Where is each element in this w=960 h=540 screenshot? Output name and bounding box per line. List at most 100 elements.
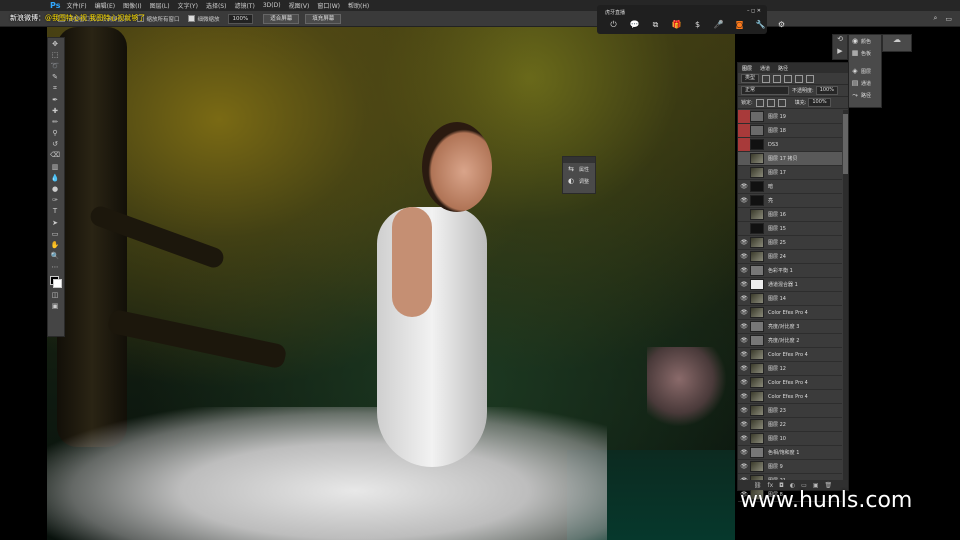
blend-mode-select[interactable]: 正常 [741, 86, 789, 95]
path-select-tool-icon[interactable]: ➤ [48, 217, 62, 228]
visibility-eye-icon[interactable]: 👁 [738, 281, 750, 288]
visibility-eye-icon[interactable]: 👁 [738, 365, 750, 372]
layer-row[interactable]: 👁 Color Efex Pro 4 [738, 348, 842, 362]
lock-all-icon[interactable] [777, 98, 786, 107]
menu-window[interactable]: 窗口(W) [317, 1, 340, 10]
layer-row[interactable]: 👁 图层 12 [738, 362, 842, 376]
properties-button[interactable]: ⇆ 属性 [563, 163, 595, 175]
visibility-eye-icon[interactable]: 👁 [738, 407, 750, 414]
background-color[interactable] [53, 278, 62, 288]
visibility-eye-icon[interactable]: 👁 [738, 295, 750, 302]
tab-channels[interactable]: 通道 [760, 65, 770, 72]
fill-field[interactable]: 100% [808, 98, 831, 107]
menu-view[interactable]: 视图(V) [289, 1, 310, 10]
chat-icon[interactable]: 💬 [624, 20, 645, 30]
visibility-eye-icon[interactable]: 👁 [738, 463, 750, 470]
filter-adjustment-icon[interactable] [773, 74, 782, 83]
history-brush-tool-icon[interactable]: ↺ [48, 139, 62, 150]
lasso-tool-icon[interactable]: ➰ [48, 60, 62, 71]
history-icon[interactable]: ⟲ [833, 35, 847, 47]
blur-tool-icon[interactable]: 💧 [48, 172, 62, 183]
pen-tool-icon[interactable]: ✑ [48, 195, 62, 206]
lock-pixels-icon[interactable] [755, 98, 764, 107]
layer-row[interactable]: DS3 [738, 138, 842, 152]
adjustments-button[interactable]: ◐ 调整 [563, 175, 595, 187]
layer-row[interactable]: 图层 15 [738, 222, 842, 236]
visibility-eye-icon[interactable]: 👁 [738, 239, 750, 246]
layer-row[interactable]: 👁 Color Efex Pro 4 [738, 390, 842, 404]
layer-list-scrollbar[interactable] [843, 110, 848, 480]
scrubby-zoom-option[interactable]: 细微缩放 [187, 15, 220, 23]
mic-off-icon[interactable]: 🎤 [708, 20, 729, 30]
layer-row[interactable]: 👁 图层 14 [738, 292, 842, 306]
visibility-eye-icon[interactable]: 👁 [738, 421, 750, 428]
record-icon[interactable]: ◙ [729, 20, 750, 30]
layer-row[interactable]: 👁 色彩平衡 1 [738, 264, 842, 278]
tab-layers[interactable]: 图层 [742, 65, 752, 72]
filter-pixel-icon[interactable] [762, 74, 771, 83]
move-tool-icon[interactable]: ✥ [48, 38, 62, 49]
layer-row[interactable]: 👁 亮度/对比度 3 [738, 320, 842, 334]
visibility-eye-icon[interactable] [738, 110, 750, 123]
menu-help[interactable]: 帮助(H) [348, 1, 369, 10]
visibility-eye-icon[interactable]: 👁 [738, 309, 750, 316]
search-icon[interactable]: ⌕ [933, 14, 937, 23]
layer-row[interactable]: 👁 Color Efex Pro 4 [738, 376, 842, 390]
layer-row[interactable]: 图层 16 [738, 208, 842, 222]
layer-row[interactable]: 👁 色相/饱和度 1 [738, 446, 842, 460]
brush-tool-icon[interactable]: ✏ [48, 116, 62, 127]
screen-mode-icon[interactable]: ▣ [48, 300, 62, 311]
layer-row[interactable]: 👁 亮 [738, 194, 842, 208]
power-icon[interactable]: ⏻ [603, 20, 624, 30]
color-swatches[interactable] [50, 275, 62, 288]
paths-panel-button[interactable]: ⤳ 路径 [849, 89, 881, 101]
visibility-eye-icon[interactable]: 👁 [738, 379, 750, 386]
tab-paths[interactable]: 路径 [778, 65, 788, 72]
menu-filter[interactable]: 滤镜(T) [234, 1, 254, 10]
visibility-eye-icon[interactable]: 👁 [738, 267, 750, 274]
shape-tool-icon[interactable]: ▭ [48, 228, 62, 239]
visibility-eye-icon[interactable] [738, 138, 750, 151]
layer-row[interactable]: 图层 17 [738, 166, 842, 180]
layer-row[interactable]: 👁 图层 23 [738, 404, 842, 418]
workspace-icon[interactable]: ▭ [945, 15, 952, 23]
visibility-eye-icon[interactable]: 👁 [738, 323, 750, 330]
swatches-panel-button[interactable]: ▦ 色板 [849, 47, 881, 59]
layer-row[interactable]: 👁 Color Efex Pro 4 [738, 306, 842, 320]
gradient-tool-icon[interactable]: ▥ [48, 161, 62, 172]
visibility-eye-icon[interactable]: 👁 [738, 253, 750, 260]
dodge-tool-icon[interactable]: ● [48, 183, 62, 194]
settings-icon[interactable]: ⚙ [771, 20, 792, 30]
marquee-tool-icon[interactable]: ⬚ [48, 49, 62, 60]
visibility-eye-icon[interactable]: 👁 [738, 351, 750, 358]
zoom-tool-icon[interactable]: 🔍 [48, 251, 62, 262]
layer-row[interactable]: 👁 图层 24 [738, 250, 842, 264]
quick-select-tool-icon[interactable]: ✎ [48, 72, 62, 83]
more-tools-icon[interactable]: ⋯ [48, 262, 62, 273]
eyedropper-tool-icon[interactable]: ✒ [48, 94, 62, 105]
visibility-eye-icon[interactable]: 👁 [738, 435, 750, 442]
menu-image[interactable]: 图像(I) [123, 1, 141, 10]
healing-tool-icon[interactable]: ✚ [48, 105, 62, 116]
layer-kind-filter[interactable]: 类型 [741, 74, 760, 83]
channels-panel-button[interactable]: ▤ 通道 [849, 77, 881, 89]
hand-tool-icon[interactable]: ✋ [48, 239, 62, 250]
menu-3d[interactable]: 3D(D) [263, 2, 281, 9]
layer-row[interactable]: 图层 19 [738, 110, 842, 124]
lock-position-icon[interactable] [766, 98, 775, 107]
layers-panel-button[interactable]: ◈ 图层 [849, 65, 881, 77]
layer-row[interactable]: 👁 亮度/对比度 2 [738, 334, 842, 348]
filter-type-icon[interactable] [784, 74, 793, 83]
visibility-eye-icon[interactable]: 👁 [738, 449, 750, 456]
eraser-tool-icon[interactable]: ⌫ [48, 150, 62, 161]
zoom-field[interactable]: 100% [227, 13, 254, 24]
layer-row[interactable]: 👁 图层 22 [738, 418, 842, 432]
stamp-tool-icon[interactable]: ⚲ [48, 128, 62, 139]
menu-type[interactable]: 文字(Y) [178, 1, 198, 10]
layer-row[interactable]: 👁 图层 25 [738, 236, 842, 250]
recorder-window-controls[interactable]: – ◻ ✕ [747, 8, 761, 14]
gift-icon[interactable]: 🎁 [666, 20, 687, 30]
menu-edit[interactable]: 编辑(E) [95, 1, 115, 10]
quick-mask-icon[interactable]: ◫ [48, 289, 62, 300]
dollar-icon[interactable]: $ [687, 20, 708, 30]
